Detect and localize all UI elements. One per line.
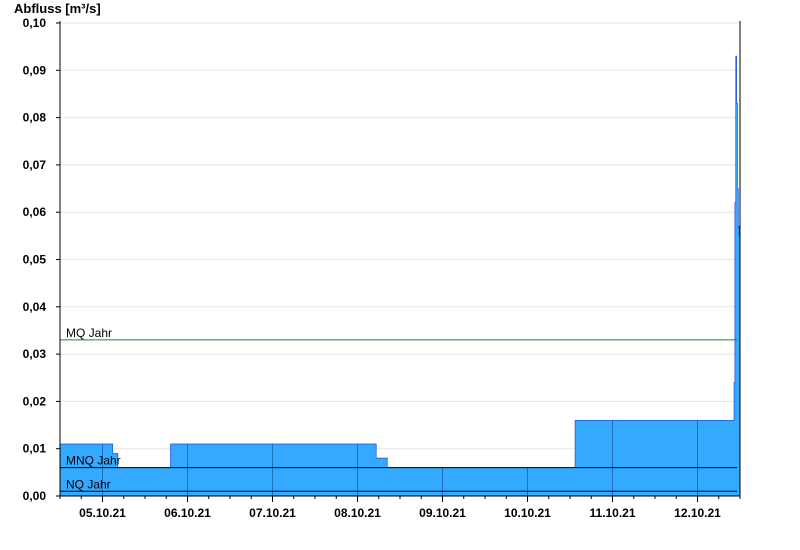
y-tick-label-10: 0,10 [23, 16, 47, 30]
y-tick-label-3: 0,03 [23, 347, 47, 361]
x-tick-label-4: 09.10.21 [419, 506, 466, 520]
y-axis-label: Abfluss [m³/s] [14, 1, 101, 16]
y-tick-label-9: 0,09 [23, 63, 47, 77]
y-tick-label-5: 0,05 [23, 253, 47, 267]
y-tick-label-6: 0,06 [23, 205, 47, 219]
y-tick-label-2: 0,02 [23, 394, 47, 408]
x-tick-label-0: 05.10.21 [79, 506, 126, 520]
x-ticks: 05.10.21 06.10.21 07.10.21 08.10.21 09.10.21… [59, 496, 741, 520]
y-ticks: 0,00 0,01 0,02 0,03 0,04 0,05 0,06 0,07 0,08 0,09… [23, 16, 60, 503]
discharge-area [59, 55, 741, 497]
discharge-chart: Abfluss [m³/s] MQ Jahr MNQ Jahr NQ Jahr 0,… [14, 1, 741, 520]
ref-label-1: MNQ Jahr [66, 454, 121, 468]
x-tick-label-6: 11.10.21 [589, 506, 635, 520]
ref-label-2: NQ Jahr [66, 477, 111, 491]
ref-label-0: MQ Jahr [66, 326, 112, 340]
y-tick-label-1: 0,01 [23, 442, 47, 456]
x-tick-label-7: 12.10.21 [674, 506, 721, 520]
x-tick-label-3: 08.10.21 [334, 506, 381, 520]
y-tick-label-8: 0,08 [23, 111, 47, 125]
x-tick-label-1: 06.10.21 [164, 506, 211, 520]
discharge-series [59, 55, 741, 497]
y-tick-label-7: 0,07 [23, 158, 47, 172]
x-tick-label-2: 07.10.21 [249, 506, 296, 520]
y-tick-label-0: 0,00 [23, 489, 47, 503]
x-tick-label-5: 10.10.21 [504, 506, 551, 520]
y-tick-label-4: 0,04 [23, 300, 47, 314]
